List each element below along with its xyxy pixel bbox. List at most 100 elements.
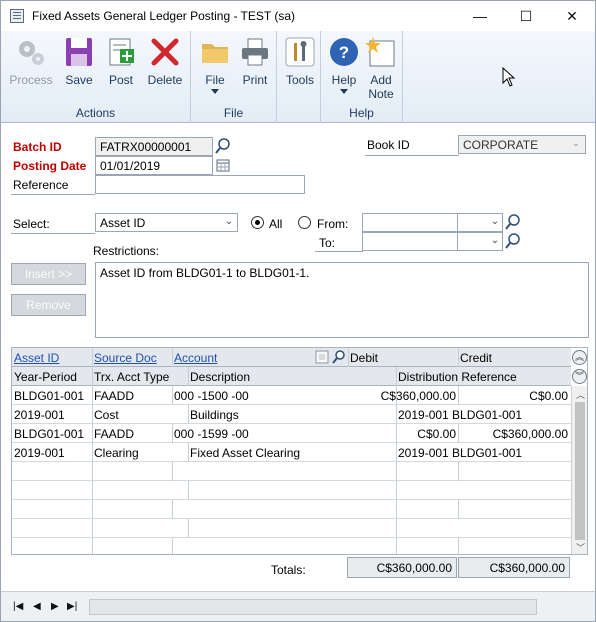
table-row[interactable] (12, 500, 571, 519)
book-id-label: Book ID (367, 138, 410, 152)
batch-id-lookup-icon[interactable] (214, 137, 232, 156)
column-divider (172, 538, 173, 554)
restrictions-list[interactable]: Asset ID from BLDG01-1 to BLDG01-1. (95, 262, 589, 338)
tools-button[interactable]: Tools (280, 35, 320, 87)
column-divider (458, 462, 459, 481)
delete-icon (151, 38, 179, 66)
column-divider (458, 500, 459, 519)
asset-id-column-header[interactable]: Asset ID (14, 351, 59, 365)
save-button[interactable]: Save (59, 35, 99, 87)
column-divider (188, 519, 189, 538)
credit-cell: C$0.00 (529, 389, 568, 403)
reference-field[interactable] (95, 175, 305, 194)
help-menu-button[interactable]: ? Help (324, 35, 364, 94)
posting-date-field[interactable]: 01/01/2019 (95, 156, 213, 175)
process-button[interactable]: Process (9, 35, 53, 87)
scrollbar-thumb[interactable] (575, 402, 585, 540)
svg-text:?: ? (339, 43, 349, 62)
from-lookup-icon[interactable] (504, 213, 522, 232)
print-button[interactable]: Print (235, 35, 275, 87)
chevron-down-icon (211, 89, 219, 94)
account-expand-icon[interactable] (314, 349, 330, 365)
column-divider (92, 348, 93, 367)
column-divider (172, 424, 173, 443)
credit-cell: C$360,000.00 (492, 427, 568, 441)
column-divider (458, 348, 459, 367)
calendar-icon[interactable] (214, 156, 232, 175)
table-row[interactable]: BLDG01-001 FAADD 000 -1500 -00 C$360,000… (12, 386, 571, 405)
column-divider (172, 500, 173, 519)
batch-id-label: Batch ID (13, 140, 62, 154)
label-underline (315, 251, 363, 252)
table-row[interactable] (12, 538, 571, 554)
column-divider (188, 443, 189, 462)
scroll-up-icon[interactable]: ︿ (576, 388, 585, 401)
column-divider (92, 367, 93, 386)
minimize-button[interactable]: — (457, 1, 503, 31)
collapse-rows-icon[interactable]: ︽ (572, 350, 587, 365)
status-bar: |◀ ◀ ▶ ▶| (1, 591, 595, 621)
to-field[interactable] (362, 232, 458, 251)
next-record-icon[interactable]: ▶ (51, 601, 59, 612)
from-field[interactable] (362, 213, 458, 232)
process-label: Process (9, 73, 53, 87)
file-menu-button[interactable]: File (195, 35, 235, 94)
distribution-reference-cell: 2019-001 BLDG01-001 (398, 446, 523, 460)
chevron-down-icon[interactable]: ⌄ (567, 135, 585, 154)
remove-button[interactable]: Remove (11, 294, 86, 316)
table-row[interactable] (12, 462, 571, 481)
chevron-down-icon[interactable]: ⌄ (486, 213, 504, 232)
grid-header-row-2: Year-Period Trx. Acct Type Description D… (12, 367, 571, 386)
help-group: ? Help Add Note Help (321, 31, 403, 123)
select-dropdown[interactable]: Asset ID (95, 213, 238, 232)
posting-date-label: Posting Date (13, 159, 87, 173)
from-label: From: (317, 217, 349, 231)
previous-record-icon[interactable]: ◀ (33, 601, 41, 612)
first-record-icon[interactable]: |◀ (13, 601, 23, 612)
to-lookup-icon[interactable] (504, 232, 522, 251)
column-divider (396, 386, 397, 554)
table-row[interactable]: 2019-001 Clearing Fixed Asset Clearing 2… (12, 443, 571, 462)
grid-header-row-1: Asset ID Source Doc Account Debit Credit (12, 348, 571, 367)
tools-label: Tools (285, 73, 314, 87)
all-label: All (269, 217, 283, 231)
totals-label: Totals: (271, 563, 306, 577)
scroll-down-icon[interactable]: ﹀ (576, 541, 585, 554)
window-title: Fixed Assets General Ledger Posting - TE… (32, 9, 296, 23)
account-lookup-icon[interactable] (331, 349, 347, 365)
maximize-button[interactable]: ☐ (503, 1, 549, 31)
chevron-down-icon[interactable]: ⌄ (486, 232, 504, 251)
add-note-button[interactable]: Add Note (361, 35, 401, 101)
post-button[interactable]: Post (101, 35, 141, 87)
batch-id-field[interactable]: FATRX00000001 (95, 137, 213, 156)
actions-group: Process Save Post Delete Actions (1, 31, 191, 123)
last-record-icon[interactable]: ▶| (67, 601, 77, 612)
column-divider (188, 367, 189, 386)
all-radio[interactable] (251, 216, 264, 229)
credit-column-header: Credit (460, 351, 493, 365)
trx-acct-type-cell: Clearing (94, 446, 139, 460)
printer-icon (242, 38, 268, 66)
table-row[interactable]: 2019-001 Cost Buildings 2019-001 BLDG01-… (12, 405, 571, 424)
distribution-reference-cell: 2019-001 BLDG01-001 (398, 408, 523, 422)
account-column-header[interactable]: Account (174, 351, 217, 365)
column-divider (92, 386, 93, 554)
label-underline (11, 233, 95, 234)
delete-button[interactable]: Delete (143, 35, 187, 87)
from-radio[interactable] (298, 216, 311, 229)
source-doc-column-header[interactable]: Source Doc (94, 351, 157, 365)
asset-id-cell: BLDG01-001 (14, 427, 85, 441)
post-label: Post (108, 73, 133, 87)
table-row[interactable] (12, 481, 571, 500)
grid-scrollbar[interactable]: ︿ ﹀ (571, 386, 587, 554)
close-button[interactable]: ✕ (549, 1, 595, 31)
expand-rows-icon[interactable]: ︾ (572, 369, 587, 384)
description-cell: Buildings (190, 408, 239, 422)
chevron-down-icon[interactable]: ⌄ (220, 213, 238, 232)
file-label: File (205, 73, 225, 87)
table-row[interactable]: BLDG01-001 FAADD 000 -1599 -00 C$0.00 C$… (12, 424, 571, 443)
distribution-reference-column-header: Distribution Reference (398, 370, 517, 384)
ribbon: Process Save Post Delete Actions File Pr… (1, 31, 595, 123)
insert-button[interactable]: Insert >> (11, 263, 86, 285)
table-row[interactable] (12, 519, 571, 538)
